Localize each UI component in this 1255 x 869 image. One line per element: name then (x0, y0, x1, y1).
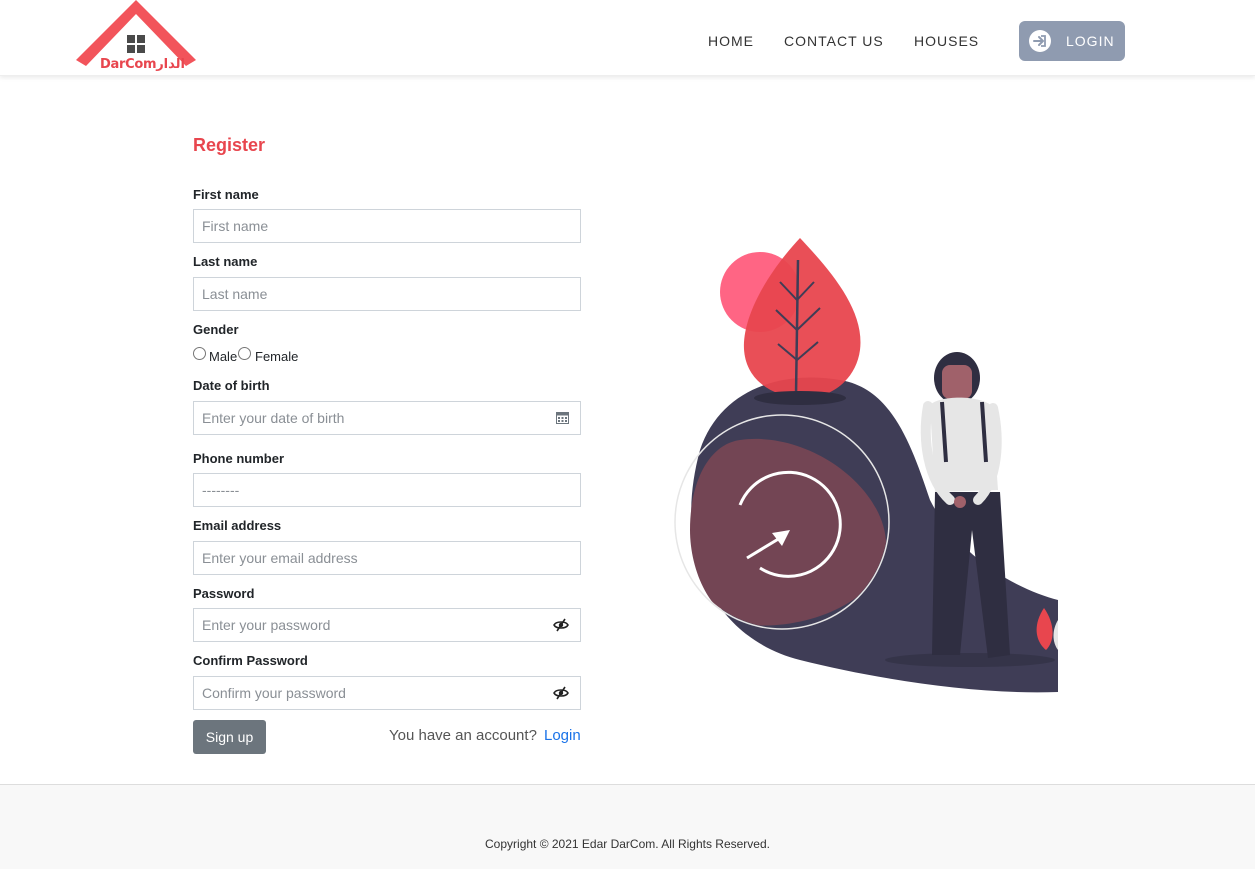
first-name-input[interactable] (193, 209, 581, 243)
phone-label: Phone number (193, 451, 285, 466)
gender-label: Gender (193, 322, 239, 337)
dob-input[interactable] (193, 401, 581, 435)
gender-female-radio[interactable] (238, 347, 251, 360)
darcom-logo[interactable]: DarComالدار (74, 0, 198, 76)
signup-button[interactable]: Sign up (193, 720, 266, 754)
gender-male-radio[interactable] (193, 347, 206, 360)
copyright-text: Copyright © 2021 Edar DarCom. All Rights… (485, 837, 770, 851)
first-name-label: First name (193, 187, 259, 202)
login-arrow-icon (1029, 30, 1051, 52)
confirm-password-input[interactable] (193, 676, 542, 710)
site-header: DarComالدار HOME CONTACT US HOUSES LOGIN (0, 0, 1255, 76)
nav-contact-us[interactable]: CONTACT US (784, 33, 884, 49)
calendar-icon[interactable] (556, 411, 569, 424)
confirm-password-label: Confirm Password (193, 653, 308, 668)
password-label: Password (193, 586, 255, 601)
last-name-label: Last name (193, 254, 258, 269)
phone-input[interactable] (193, 473, 581, 507)
register-title: Register (193, 135, 266, 155)
login-button[interactable]: LOGIN (1019, 21, 1125, 61)
password-toggle-button[interactable] (541, 608, 581, 642)
login-button-label: LOGIN (1066, 33, 1115, 49)
eye-slash-icon (553, 618, 569, 632)
have-account-text: You have an account? (389, 727, 537, 744)
email-input[interactable] (193, 541, 581, 575)
email-label: Email address (193, 518, 282, 533)
register-illustration (674, 238, 1058, 693)
gender-female-label[interactable]: Female (255, 349, 298, 364)
confirm-password-toggle-button[interactable] (541, 676, 581, 710)
login-link[interactable]: Login (544, 727, 581, 744)
dob-label: Date of birth (193, 378, 270, 393)
site-footer: Copyright © 2021 Edar DarCom. All Rights… (0, 784, 1255, 869)
eye-slash-icon (553, 686, 569, 700)
nav-houses[interactable]: HOUSES (914, 33, 979, 49)
last-name-input[interactable] (193, 277, 581, 311)
nav-home[interactable]: HOME (708, 33, 754, 49)
password-input[interactable] (193, 608, 542, 642)
gender-male-label[interactable]: Male (209, 349, 237, 364)
logo-text: DarComالدار (100, 57, 185, 72)
